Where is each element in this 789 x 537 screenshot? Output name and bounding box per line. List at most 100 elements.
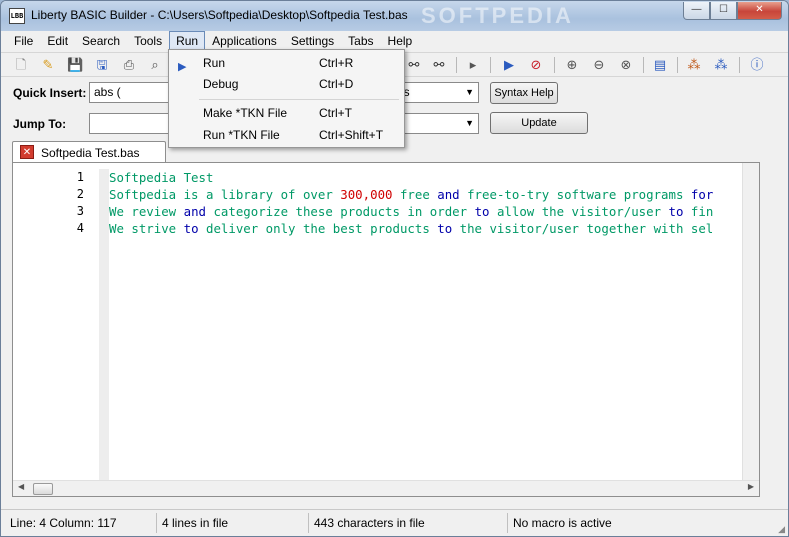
help-icon[interactable]: ⓘ	[749, 57, 765, 73]
menu-bar: File Edit Search Tools Run Applications …	[1, 31, 788, 51]
code-text: categorize these products in order	[206, 204, 475, 219]
line-number: 1	[76, 170, 84, 184]
code-text: We review	[109, 204, 184, 219]
close-icon[interactable]: ✕	[20, 145, 34, 159]
menu-item-label: Make *TKN File	[203, 106, 288, 120]
code-line[interactable]: Softpedia is a library of over 300,000 f…	[109, 186, 713, 203]
code-text: the visitor/user together with sel	[452, 221, 714, 236]
title-bar[interactable]: LBB Liberty BASIC Builder - C:\Users\Sof…	[1, 1, 788, 31]
code-text: deliver only the best products	[198, 221, 438, 236]
zoom-in-icon[interactable]: ⊕	[564, 57, 580, 73]
code-text: Softpedia is a library of over	[109, 187, 341, 202]
menu-file[interactable]: File	[7, 31, 40, 51]
menu-search[interactable]: Search	[75, 31, 127, 51]
quick-insert-category-combo[interactable]: ds ▼	[393, 82, 479, 103]
jump-to-combo[interactable]	[89, 113, 169, 134]
resize-grip-icon[interactable]: ◢	[778, 524, 785, 535]
status-char-count: 443 characters in file	[311, 513, 508, 533]
toolbar-separator	[677, 57, 678, 73]
close-button[interactable]: ✕	[737, 2, 782, 20]
code-keyword: to	[183, 221, 199, 236]
code-text: fin	[683, 204, 714, 219]
status-macro: No macro is active	[513, 516, 612, 530]
minimize-button[interactable]: —	[683, 2, 710, 20]
chevron-down-icon[interactable]: ▼	[465, 83, 474, 102]
code-number: 300,000	[340, 187, 393, 202]
zoom-out-icon[interactable]: ⊖	[591, 57, 607, 73]
run-to-icon[interactable]: ▸	[465, 57, 481, 73]
menu-item-shortcut: Ctrl+D	[319, 77, 354, 91]
code-editor[interactable]: 1 2 3 4 Softpedia Test Softpedia is a lib…	[12, 162, 760, 497]
maximize-button[interactable]: ☐	[710, 2, 737, 20]
app-logo-icon: LBB	[9, 8, 25, 24]
scroll-thumb[interactable]	[33, 483, 53, 495]
menu-item-label: Run	[203, 56, 226, 70]
menu-edit[interactable]: Edit	[40, 31, 75, 51]
code-line[interactable]: Softpedia Test	[109, 169, 213, 186]
menu-help[interactable]: Help	[381, 31, 420, 51]
update-button[interactable]: Update	[490, 112, 588, 134]
properties-icon[interactable]: ▤	[652, 57, 668, 73]
line-number-gutter: 1 2 3 4	[19, 169, 109, 487]
run-icon[interactable]: ▶	[501, 57, 517, 73]
code-text: free	[392, 187, 438, 202]
print-icon[interactable]: ⎙	[121, 57, 137, 73]
code-text: We strive	[109, 221, 184, 236]
code-text: allow the visitor/user	[489, 204, 669, 219]
horizontal-scrollbar[interactable]: ◀ ▶	[13, 480, 759, 496]
chevron-down-icon[interactable]: ▼	[465, 114, 474, 133]
menu-item-debug[interactable]: Debug Ctrl+D	[169, 74, 404, 95]
new-file-icon[interactable]: 🗋	[13, 57, 29, 73]
vertical-scrollbar[interactable]	[742, 163, 759, 481]
menu-item-run[interactable]: ▶ Run Ctrl+R	[169, 53, 404, 74]
window-title: Liberty BASIC Builder - C:\Users\Softped…	[31, 8, 408, 22]
zoom-reset-icon[interactable]: ⊗	[618, 57, 634, 73]
code-text-area[interactable]: Softpedia Test Softpedia is a library of …	[109, 169, 755, 481]
save-icon[interactable]: 💾	[67, 57, 83, 73]
line-number: 2	[76, 187, 84, 201]
menu-settings[interactable]: Settings	[284, 31, 341, 51]
code-keyword: for	[690, 187, 714, 202]
menu-separator	[199, 99, 399, 100]
scroll-left-icon[interactable]: ◀	[18, 482, 24, 491]
line-number: 4	[76, 221, 84, 235]
menu-run[interactable]: Run	[169, 31, 206, 51]
code-keyword: to	[668, 204, 684, 219]
syntax-help-button[interactable]: Syntax Help	[490, 82, 558, 104]
code-text: free-to-try software programs	[459, 187, 691, 202]
menu-item-label: Run *TKN File	[203, 128, 280, 142]
find-next-icon[interactable]: ⚯	[406, 57, 422, 73]
toolbar-separator	[456, 57, 457, 73]
menu-item-label: Debug	[203, 77, 239, 91]
code-keyword: and	[437, 187, 460, 202]
menu-item-run-tkn[interactable]: Run *TKN File Ctrl+Shift+T	[169, 125, 404, 146]
open-file-icon[interactable]: ✎	[40, 57, 56, 73]
toolbar-separator	[490, 57, 491, 73]
quick-insert-combo[interactable]: abs (	[89, 82, 169, 103]
toolbar-separator	[643, 57, 644, 73]
run-menu-dropdown: ▶ Run Ctrl+R Debug Ctrl+D Make *TKN File…	[168, 49, 405, 148]
binoculars-icon[interactable]: ⚯	[431, 57, 447, 73]
no-debug-icon[interactable]: ⊘	[528, 57, 544, 73]
menu-applications[interactable]: Applications	[205, 31, 284, 51]
menu-item-make-tkn[interactable]: Make *TKN File Ctrl+T	[169, 103, 404, 124]
quick-insert-label: Quick Insert:	[13, 86, 87, 100]
tab-softpedia-test[interactable]: ✕ Softpedia Test.bas	[12, 141, 166, 163]
toolbar-separator	[554, 57, 555, 73]
tab-label: Softpedia Test.bas	[41, 146, 140, 160]
find-icon[interactable]: ⌕	[147, 57, 163, 73]
scroll-right-icon[interactable]: ▶	[748, 482, 754, 491]
code-line[interactable]: We review and categorize these products …	[109, 203, 713, 220]
watermark: SOFTPEDIA	[421, 3, 574, 28]
quick-insert-value: abs (	[94, 85, 121, 99]
menu-tools[interactable]: Tools	[127, 31, 169, 51]
code-line[interactable]: We strive to deliver only the best produ…	[109, 220, 713, 237]
menu-item-shortcut: Ctrl+R	[319, 56, 354, 70]
jump-to-combo-extension[interactable]: ▼	[393, 113, 479, 134]
menu-tabs[interactable]: Tabs	[341, 31, 380, 51]
macro-play-icon[interactable]: ⁂	[713, 57, 729, 73]
toolbar-separator	[739, 57, 740, 73]
save-as-icon[interactable]: 🖫	[94, 57, 110, 73]
jump-to-label: Jump To:	[13, 117, 67, 131]
macro-record-icon[interactable]: ⁂	[686, 57, 702, 73]
